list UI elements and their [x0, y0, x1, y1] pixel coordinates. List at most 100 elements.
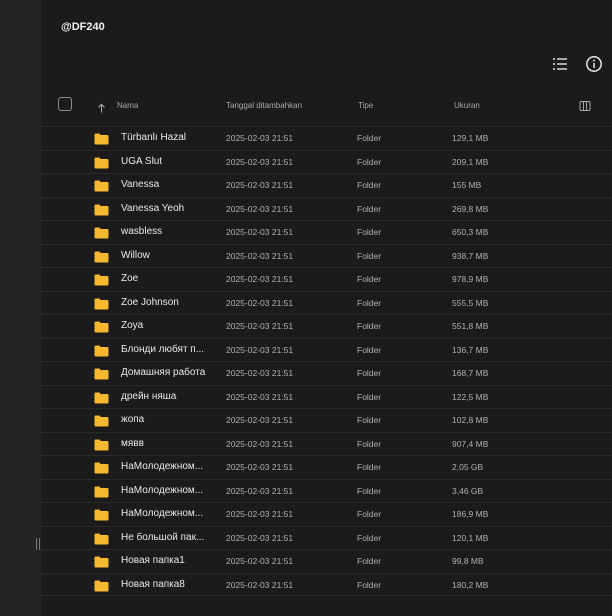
file-size: 269,8 MB: [452, 203, 489, 214]
file-size: 155 MB: [452, 180, 482, 190]
file-name[interactable]: Zoe: [121, 273, 213, 284]
file-name[interactable]: Блонди любят п...: [121, 344, 213, 355]
file-name[interactable]: НаМолодежном...: [121, 508, 213, 519]
table-row[interactable]: Vanessa 2025-02-03 21:51 Folder 155 MB: [41, 173, 612, 197]
date-added: 2025-02-03 21:51: [226, 438, 294, 449]
columns-settings-icon[interactable]: [579, 99, 591, 111]
folder-icon: [94, 250, 109, 262]
file-name[interactable]: UGA Slut: [121, 156, 213, 167]
file-type: Folder: [357, 368, 382, 378]
table-row[interactable]: жопа 2025-02-03 21:51 Folder 102,8 MB: [41, 408, 612, 432]
file-type: Folder: [357, 532, 382, 543]
file-name[interactable]: Vanessa Yeoh: [121, 203, 213, 214]
column-header-type[interactable]: Tipe: [358, 101, 373, 110]
file-type: Folder: [357, 227, 382, 237]
info-icon[interactable]: [585, 55, 603, 73]
file-name[interactable]: Willow: [121, 250, 213, 261]
file-size: 136,7 MB: [452, 344, 489, 355]
table-row[interactable]: Zoya 2025-02-03 21:51 Folder 551,8 MB: [41, 314, 612, 338]
file-type: Folder: [357, 485, 382, 496]
table-row[interactable]: wasbless 2025-02-03 21:51 Folder 650,3 MB: [41, 220, 612, 244]
file-size: 2,05 GB: [452, 462, 484, 472]
file-name[interactable]: Домашняя работа: [121, 367, 213, 378]
list-view-icon[interactable]: [551, 55, 569, 73]
file-type: Folder: [357, 321, 382, 331]
table-row[interactable]: UGA Slut 2025-02-03 21:51 Folder 209,1 MB: [41, 149, 612, 174]
folder-icon: [94, 320, 109, 333]
file-size: 99,8 MB: [452, 556, 484, 566]
file-name[interactable]: wasbless: [121, 226, 213, 237]
file-name[interactable]: жопа: [121, 414, 213, 425]
table-row[interactable]: Блонди любят п... 2025-02-03 21:51 Folder 1…: [41, 337, 612, 362]
file-size: 209,1 MB: [452, 156, 489, 167]
sidebar-resize-handle[interactable]: [34, 538, 41, 552]
file-name[interactable]: Zoe Johnson: [121, 297, 213, 308]
date-added: 2025-02-03 21:51: [226, 227, 294, 237]
file-name[interactable]: мявв: [121, 438, 213, 449]
table-row[interactable]: дрейн няша 2025-02-03 21:51 Folder 122,5 MB: [41, 384, 612, 409]
date-added: 2025-02-03 21:51: [226, 156, 294, 167]
file-type: Folder: [357, 250, 382, 261]
date-added: 2025-02-03 21:51: [226, 509, 294, 519]
file-name[interactable]: НаМолодежном...: [121, 485, 213, 496]
folder-icon: [94, 532, 109, 544]
folder-icon: [94, 438, 109, 450]
file-name[interactable]: НаМолодежном...: [121, 461, 213, 472]
file-name[interactable]: Новая папка1: [121, 555, 213, 566]
folder-icon: [94, 203, 109, 215]
file-name[interactable]: Vanessa: [121, 179, 213, 190]
date-added: 2025-02-03 21:51: [226, 321, 294, 331]
file-type: Folder: [357, 438, 382, 449]
column-header-date-added[interactable]: Tanggal ditambahkan: [226, 101, 302, 110]
date-added: 2025-02-03 21:51: [226, 391, 294, 402]
column-header-size[interactable]: Ukuran: [454, 101, 480, 110]
file-type: Folder: [357, 274, 382, 284]
table-row[interactable]: Vanessa Yeoh 2025-02-03 21:51 Folder 269,8 …: [41, 196, 612, 221]
file-name[interactable]: Не большой пак...: [121, 532, 213, 543]
date-added: 2025-02-03 21:51: [226, 485, 294, 496]
file-list: Türbanlı Hazal 2025-02-03 21:51 Folder 129,…: [41, 126, 612, 596]
folder-icon: [94, 485, 109, 497]
table-row[interactable]: Домашняя работа 2025-02-03 21:51 Folder 168…: [41, 361, 612, 385]
date-added: 2025-02-03 21:51: [226, 556, 294, 566]
folder-icon: [94, 555, 109, 568]
folder-icon: [94, 414, 109, 427]
date-added: 2025-02-03 21:51: [226, 462, 294, 472]
file-size: 120,1 MB: [452, 532, 489, 543]
table-row[interactable]: НаМолодежном... 2025-02-03 21:51 Folder 2,0…: [41, 455, 612, 479]
file-size: 555,5 MB: [452, 297, 489, 308]
table-row[interactable]: Zoe 2025-02-03 21:51 Folder 978,9 MB: [41, 267, 612, 291]
table-row[interactable]: Новая папка1 2025-02-03 21:51 Folder 99,8 M…: [41, 549, 612, 573]
column-header-name[interactable]: Nama: [117, 101, 138, 110]
table-row[interactable]: мявв 2025-02-03 21:51 Folder 907,4 MB: [41, 431, 612, 456]
folder-icon: [94, 179, 109, 192]
file-name[interactable]: дрейн няша: [121, 391, 213, 402]
folder-icon: [94, 273, 109, 286]
date-added: 2025-02-03 21:51: [226, 532, 294, 543]
folder-icon: [94, 367, 109, 380]
sort-ascending-icon[interactable]: [97, 100, 106, 113]
table-row[interactable]: Willow 2025-02-03 21:51 Folder 938,7 MB: [41, 243, 612, 268]
folder-icon: [94, 344, 109, 356]
table-row[interactable]: Не большой пак... 2025-02-03 21:51 Folder 1…: [41, 525, 612, 550]
file-size: 650,3 MB: [452, 227, 489, 237]
table-row[interactable]: Новая папка8 2025-02-03 21:51 Folder 180,2 …: [41, 572, 612, 596]
sidebar: [0, 0, 41, 616]
table-row[interactable]: Zoe Johnson 2025-02-03 21:51 Folder 555,5 M…: [41, 290, 612, 315]
table-row[interactable]: НаМолодежном... 2025-02-03 21:51 Folder 186…: [41, 502, 612, 526]
folder-icon: [94, 132, 109, 145]
table-row[interactable]: Türbanlı Hazal 2025-02-03 21:51 Folder 129,…: [41, 126, 612, 150]
file-name[interactable]: Zoya: [121, 320, 213, 331]
folder-icon: [94, 508, 109, 521]
folder-icon: [94, 391, 109, 403]
file-type: Folder: [357, 297, 382, 308]
file-type: Folder: [357, 180, 382, 190]
file-type: Folder: [357, 509, 382, 519]
table-row[interactable]: НаМолодежном... 2025-02-03 21:51 Folder 3,4…: [41, 478, 612, 503]
file-size: 3,46 GB: [452, 485, 484, 496]
file-size: 938,7 MB: [452, 250, 489, 261]
file-name[interactable]: Новая папка8: [121, 579, 213, 590]
select-all-checkbox[interactable]: [58, 97, 72, 111]
date-added: 2025-02-03 21:51: [226, 274, 294, 284]
file-name[interactable]: Türbanlı Hazal: [121, 132, 213, 143]
